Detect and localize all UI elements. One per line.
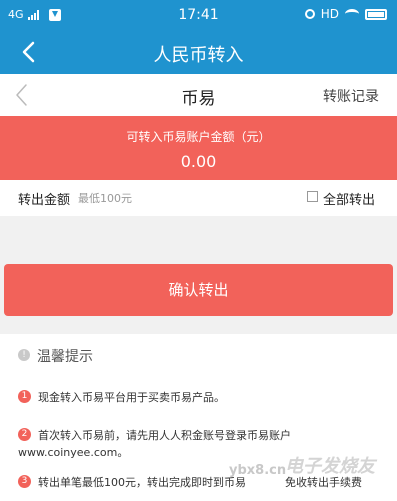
page-title: 人民币转入 [153, 45, 244, 66]
tip-number-badge: 3 [18, 475, 31, 488]
tips-list: 1 现金转入币易平台用于买卖币易产品。 2 首次转入币易前，请先用人人积金账号登… [0, 376, 397, 501]
amount-row: 转出金额 全部转出 [0, 180, 397, 216]
transfer-all-checkbox[interactable] [307, 191, 318, 202]
sub-header: 币易 转账记录 [0, 74, 397, 116]
tip-number-badge: 1 [18, 390, 31, 403]
status-bar: 4G 17:41 HD [0, 0, 397, 32]
balance-label: 可转入币易账户金额（元） [126, 130, 271, 144]
tips-title: 温馨提示 [37, 349, 93, 365]
balance-banner: 可转入币易账户金额（元） 0.00 [0, 116, 397, 180]
transfer-record-link[interactable]: 转账记录 [323, 86, 379, 106]
amount-label: 转出金额 [18, 193, 71, 208]
tips-header: ! 温馨提示 [0, 334, 397, 376]
tip-text: 现金转入币易平台用于买卖币易产品。 [38, 391, 225, 404]
transfer-all-label[interactable]: 全部转出 [323, 189, 375, 208]
tip-text: 转出单笔最低100元，转出完成即时到币易 [38, 476, 246, 489]
title-bar: 人民币转入 [0, 32, 397, 74]
confirm-transfer-button[interactable]: 确认转出 [4, 264, 393, 316]
watermark-url: ybx8.cn [229, 463, 287, 478]
info-icon: ! [18, 349, 30, 361]
tip-text: 首次转入币易前，请先用人人积金账号登录币易账户 [38, 429, 291, 442]
wifi-icon [345, 9, 359, 19]
battery-icon [365, 8, 387, 20]
balance-value: 0.00 [180, 152, 217, 171]
tip-text: www.coinyee.com。 [18, 446, 129, 459]
tip-number-badge: 2 [18, 428, 31, 441]
status-right: HD [304, 7, 387, 21]
hd-label: HD [320, 7, 339, 21]
watermark-brand: 电子发烧友 [285, 456, 375, 477]
alarm-icon [304, 9, 315, 19]
amount-input[interactable] [78, 188, 278, 208]
